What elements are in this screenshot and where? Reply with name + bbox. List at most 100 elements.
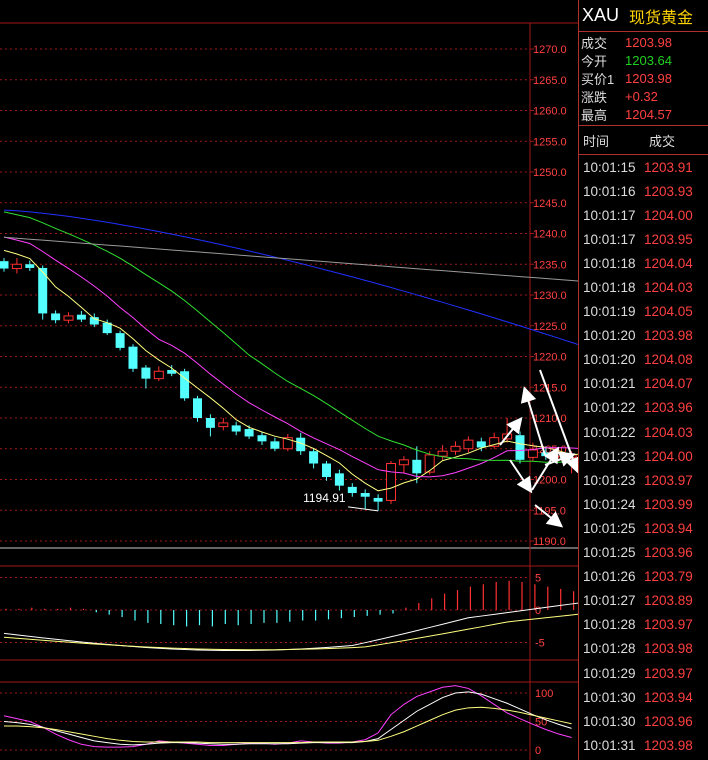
quote-row: 成交 1203.98 bbox=[579, 33, 708, 51]
trade-row[interactable]: 10:01:20 1203.98 bbox=[579, 324, 708, 348]
trade-time: 10:01:15 bbox=[583, 159, 636, 175]
trade-row[interactable]: 10:01:20 1204.08 bbox=[579, 348, 708, 372]
price-tick-label: 1235.0 bbox=[533, 259, 567, 271]
price-tick-label: 1225.0 bbox=[533, 321, 567, 333]
trade-price: 1203.94 bbox=[644, 520, 693, 536]
trade-row[interactable]: 10:01:24 1203.99 bbox=[579, 492, 708, 516]
trade-price: 1203.95 bbox=[644, 231, 693, 247]
candle-down bbox=[476, 441, 486, 448]
trade-price: 1204.03 bbox=[644, 424, 693, 440]
price-tick-label: 1260.0 bbox=[533, 106, 567, 118]
trade-row[interactable]: 10:01:22 1203.96 bbox=[579, 396, 708, 420]
candle-down bbox=[51, 313, 61, 321]
trade-time: 10:01:30 bbox=[583, 713, 636, 729]
trade-price: 1203.94 bbox=[644, 689, 693, 705]
ma-line-gray bbox=[3, 236, 578, 282]
trade-price: 1203.96 bbox=[644, 400, 693, 416]
trade-row[interactable]: 10:01:30 1203.96 bbox=[579, 709, 708, 733]
price-tick-label: 1190.0 bbox=[533, 536, 566, 548]
trade-time: 10:01:30 bbox=[583, 689, 636, 705]
trade-row[interactable]: 10:01:28 1203.98 bbox=[579, 637, 708, 661]
trade-row[interactable]: 10:01:31 1203.98 bbox=[579, 733, 708, 757]
trade-time: 10:01:23 bbox=[583, 448, 636, 464]
trade-time: 10:01:20 bbox=[583, 328, 636, 344]
trade-time: 10:01:16 bbox=[583, 183, 636, 199]
trade-row[interactable]: 10:01:23 1203.97 bbox=[579, 468, 708, 492]
price-tick-label: 1230.0 bbox=[533, 290, 567, 302]
trade-price: 1203.97 bbox=[644, 472, 693, 488]
price-tick-label: 1270.0 bbox=[533, 44, 567, 56]
trade-row[interactable]: 10:01:29 1203.97 bbox=[579, 661, 708, 685]
trade-price: 1203.79 bbox=[644, 569, 693, 585]
trade-row[interactable]: 10:01:18 1204.03 bbox=[579, 275, 708, 299]
quote-label: 涨跌 bbox=[581, 89, 608, 105]
candle-down bbox=[205, 418, 215, 428]
macd-tick-label: 0 bbox=[535, 605, 541, 617]
price-tick-label: 1240.0 bbox=[533, 229, 567, 241]
trade-row[interactable]: 10:01:30 1203.94 bbox=[579, 685, 708, 709]
trade-row[interactable]: 10:01:22 1204.03 bbox=[579, 420, 708, 444]
macd-tick-label: 5 bbox=[535, 573, 541, 585]
candle-down bbox=[141, 367, 151, 379]
chart-area[interactable]: 1270.0 1265.0 1260.0 1255.0 1250.0 1245.0 1240… bbox=[0, 0, 578, 760]
quote-label: 今开 bbox=[581, 53, 608, 69]
kdj-j-line bbox=[3, 685, 572, 748]
trade-row[interactable]: 10:01:28 1203.97 bbox=[579, 613, 708, 637]
trade-row[interactable]: 10:01:17 1204.00 bbox=[579, 203, 708, 227]
candle-down bbox=[334, 473, 344, 486]
price-tick-label: 1210.0 bbox=[533, 413, 567, 425]
trade-row[interactable]: 10:01:21 1204.07 bbox=[579, 372, 708, 396]
macd-dea-line bbox=[3, 613, 578, 651]
candle-up bbox=[437, 450, 448, 457]
candle-down bbox=[115, 333, 125, 348]
trade-time: 10:01:26 bbox=[583, 569, 636, 585]
price-tick-label: 1220.0 bbox=[533, 352, 567, 364]
low-price-label: 1194.91 bbox=[303, 491, 346, 505]
quote-label: 成交 bbox=[581, 35, 608, 51]
trade-price: 1204.03 bbox=[644, 280, 693, 296]
quote-value: 1203.64 bbox=[625, 52, 672, 68]
macd-tick-label: -5 bbox=[535, 638, 545, 650]
trades-header-time: 时间 bbox=[583, 133, 610, 149]
trade-price: 1204.07 bbox=[644, 376, 693, 392]
quote-value: +0.32 bbox=[625, 88, 658, 104]
candle-up bbox=[218, 422, 229, 428]
quote-label: 买价1 bbox=[581, 71, 615, 87]
trade-price: 1203.98 bbox=[644, 737, 693, 753]
trade-price: 1203.96 bbox=[644, 545, 693, 561]
trade-row[interactable]: 10:01:15 1203.91 bbox=[579, 155, 708, 179]
trade-row[interactable]: 10:01:19 1204.05 bbox=[579, 300, 708, 324]
trade-price: 1204.00 bbox=[644, 207, 693, 223]
trade-row[interactable]: 10:01:25 1203.96 bbox=[579, 541, 708, 565]
candle-down bbox=[128, 346, 138, 369]
trade-row[interactable]: 10:01:26 1203.79 bbox=[579, 565, 708, 589]
candle-up bbox=[63, 315, 74, 321]
candle-down bbox=[244, 429, 254, 437]
price-tick-label: 1215.0 bbox=[533, 382, 567, 394]
trade-time: 10:01:25 bbox=[583, 520, 636, 536]
trade-time: 10:01:20 bbox=[583, 352, 636, 368]
trade-price: 1203.98 bbox=[644, 328, 693, 344]
candle-up bbox=[11, 263, 22, 270]
trade-row[interactable]: 10:01:27 1203.89 bbox=[579, 589, 708, 613]
trade-time: 10:01:25 bbox=[583, 545, 636, 561]
candle-up bbox=[398, 459, 409, 466]
candlestick-chart[interactable]: 1270.0 1265.0 1260.0 1255.0 1250.0 1245.0 1240… bbox=[0, 0, 578, 760]
trade-time: 10:01:29 bbox=[583, 665, 636, 681]
trade-time: 10:01:17 bbox=[583, 207, 636, 223]
trade-time: 10:01:17 bbox=[583, 231, 636, 247]
symbol-header: XAU 现货黄金 bbox=[579, 0, 708, 32]
trade-row[interactable]: 10:01:23 1204.00 bbox=[579, 444, 708, 468]
trade-list[interactable]: 10:01:15 1203.91 10:01:16 1203.93 10:01:17 12… bbox=[579, 155, 708, 757]
candle-down bbox=[193, 398, 202, 418]
trade-row[interactable]: 10:01:18 1204.04 bbox=[579, 251, 708, 275]
trade-row[interactable]: 10:01:16 1203.93 bbox=[579, 179, 708, 203]
quote-panel: XAU 现货黄金 成交 1203.98 今开 1203.64 买价1 1203.98 涨跌 +… bbox=[578, 0, 708, 760]
quote-row: 最高 1204.57 bbox=[579, 105, 708, 123]
candle-down bbox=[231, 425, 241, 432]
trades-header-price: 成交 bbox=[649, 133, 676, 149]
quote-list: 成交 1203.98 今开 1203.64 买价1 1203.98 涨跌 +0.32 最高 120… bbox=[579, 32, 708, 126]
trade-row[interactable]: 10:01:17 1203.95 bbox=[579, 227, 708, 251]
candle-down bbox=[360, 493, 370, 497]
trade-row[interactable]: 10:01:25 1203.94 bbox=[579, 516, 708, 540]
